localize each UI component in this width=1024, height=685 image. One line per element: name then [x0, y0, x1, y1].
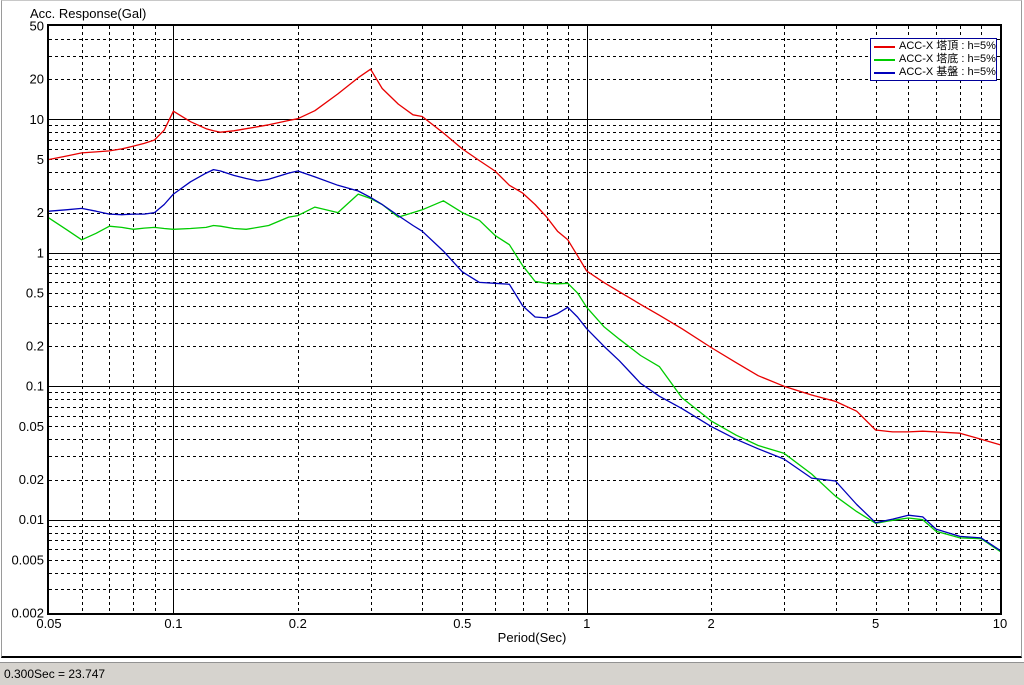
series-line-1	[48, 193, 1001, 552]
legend-entry-0: ACC-X 塔頂 : h=5%	[874, 40, 996, 53]
legend-label: ACC-X 基盤 : h=5%	[899, 66, 996, 78]
chart-panel: Acc. Response(Gal) 50 20 10 5 2 1 0.5 0.2 0.1 0.0…	[1, 0, 1022, 658]
legend-label: ACC-X 塔底 : h=5%	[899, 53, 996, 65]
y-tick-label: 2	[37, 205, 44, 220]
x-tick-label: 1	[583, 616, 590, 631]
y-tick-label: 1	[37, 245, 44, 260]
y-tick-label: 50	[30, 19, 44, 34]
legend-entry-1: ACC-X 塔底 : h=5%	[874, 53, 996, 66]
plot-frame	[47, 24, 1002, 615]
x-tick-label: 0.1	[164, 616, 182, 631]
y-tick-label: 0.02	[19, 472, 44, 487]
x-tick-label: 0.05	[36, 616, 61, 631]
y-tick-label: 20	[30, 72, 44, 87]
legend-line-sample	[874, 71, 895, 74]
x-tick-label: 0.5	[453, 616, 471, 631]
x-tick-label: 5	[872, 616, 879, 631]
response-spectrum-window: Acc. Response(Gal) 50 20 10 5 2 1 0.5 0.2 0.1 0.0…	[0, 0, 1024, 685]
x-tick-label: 0.2	[289, 616, 307, 631]
series-line-2	[48, 168, 1001, 551]
y-tick-label: 0.5	[26, 285, 44, 300]
status-bar: 0.300Sec = 23.747	[0, 662, 1024, 685]
y-tick-label: 0.2	[26, 339, 44, 354]
y-tick-label: 10	[30, 112, 44, 127]
x-tick-label: 10	[993, 616, 1007, 631]
legend-label: ACC-X 塔頂 : h=5%	[899, 40, 996, 52]
spectrum-plot[interactable]: 5020105210.50.20.10.050.020.010.0050.002…	[2, 1, 1024, 661]
legend-line-sample	[874, 45, 895, 48]
x-tick-label: 2	[708, 616, 715, 631]
y-tick-label: 0.01	[19, 512, 44, 527]
cursor-readout: 0.300Sec = 23.747	[4, 667, 106, 681]
legend: ACC-X 塔頂 : h=5% ACC-X 塔底 : h=5% ACC-X 基盤 :…	[870, 38, 997, 81]
y-tick-label: 0.05	[19, 419, 44, 434]
legend-line-sample	[874, 58, 895, 61]
y-tick-label: 0.1	[26, 379, 44, 394]
x-axis-title: Period(Sec)	[497, 630, 567, 645]
legend-entry-2: ACC-X 基盤 : h=5%	[874, 66, 996, 79]
y-tick-label: 0.005	[11, 552, 44, 567]
y-tick-label: 5	[37, 152, 44, 167]
